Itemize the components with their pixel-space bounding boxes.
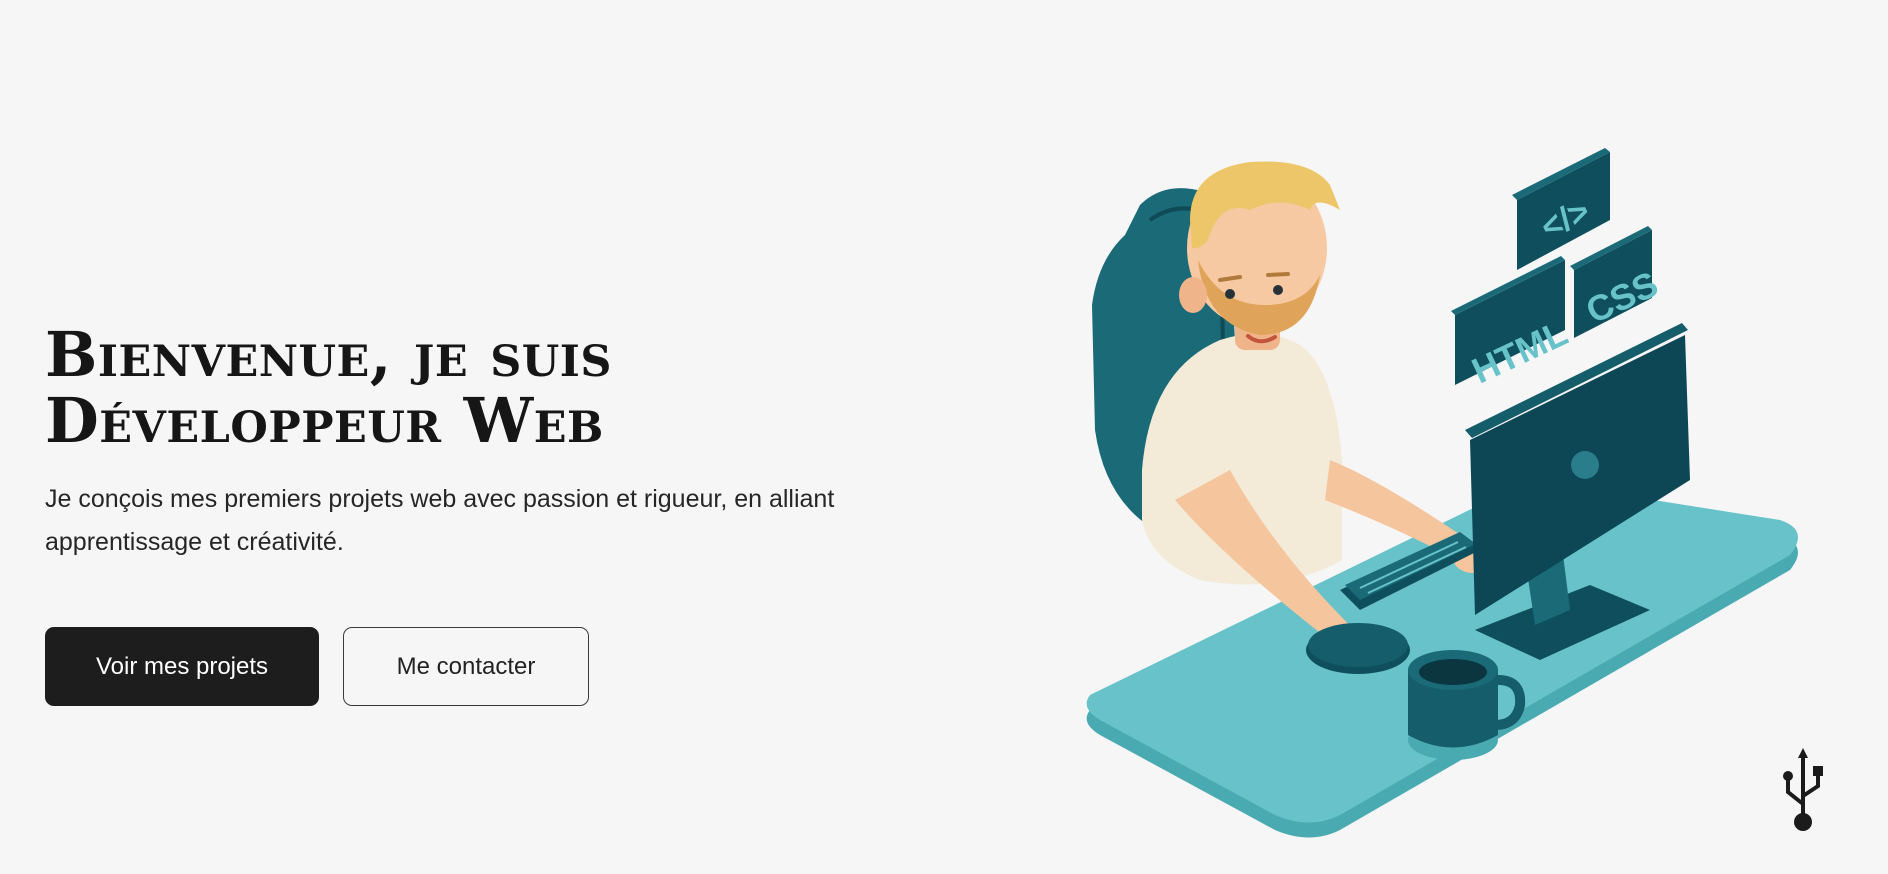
code-badge: </> — [1512, 148, 1610, 270]
css-badge: CSS — [1570, 226, 1664, 338]
usb-icon[interactable] — [1778, 746, 1828, 834]
hero-title: Bienvenue, je suis Développeur Web — [45, 322, 925, 454]
hero-title-line1: Bienvenue, je suis — [45, 318, 612, 391]
html-badge: HTML — [1451, 256, 1574, 391]
hero-actions: Voir mes projets Me contacter — [45, 627, 589, 706]
developer-illustration: </> CSS HTML — [1086, 148, 1798, 838]
computer-mouse — [1306, 623, 1410, 674]
hero-text: Bienvenue, je suis Développeur Web Je co… — [45, 322, 925, 564]
hero-title-line2: Développeur Web — [45, 384, 604, 457]
hero-subtitle: Je conçois mes premiers projets web avec… — [45, 485, 835, 556]
view-projects-button[interactable]: Voir mes projets — [45, 627, 319, 706]
contact-button[interactable]: Me contacter — [343, 627, 589, 706]
